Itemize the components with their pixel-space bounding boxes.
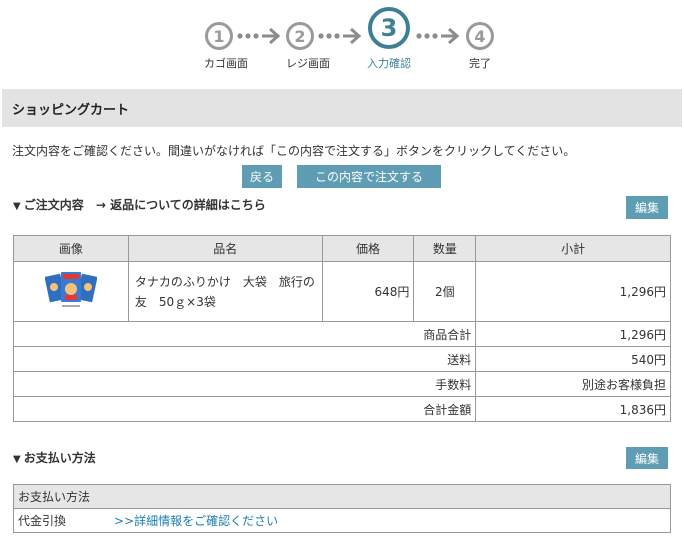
step-2-circle: 2 [286,22,314,50]
payment-detail-link[interactable]: >>詳細情報をご確認ください [114,514,278,528]
summary-value: 540円 [475,346,671,372]
step-1-circle: 1 [205,22,233,50]
step-4-label: 完了 [469,57,491,70]
summary-label: 合計金額 [12,396,477,422]
payment-table: お支払い方法 代金引換 >>詳細情報をご確認ください [13,484,671,533]
product-image-cell [13,261,129,322]
payment-table-header: お支払い方法 [13,484,671,509]
step-arrow-icon [416,27,460,45]
step-4-circle: 4 [466,22,494,50]
column-header-price: 価格 [321,235,415,262]
step-2-label: レジ画面 [286,57,330,70]
column-header-quantity: 数量 [413,235,477,262]
step-3-circle: 3 [368,7,410,49]
edit-order-button[interactable]: 編集 [626,196,668,219]
confirm-order-button[interactable]: この内容で注文する [297,165,441,188]
return-policy-link[interactable]: → 返品についての詳細はこちら [96,198,266,212]
page-title: ショッピングカート [2,89,682,127]
table-row: タナカのふりかけ 大袋 旅行の友 50ｇ×3袋 648円 2個 1,296円 [13,261,671,322]
back-button[interactable]: 戻る [242,165,282,188]
summary-row-grand-total: 合計金額 1,836円 [12,396,671,422]
edit-payment-button[interactable]: 編集 [626,447,668,469]
summary-value: 1,296円 [475,321,671,347]
instruction-text: 注文内容をご確認ください。間違いがなければ「この内容で注文する」ボタンをクリック… [12,144,576,158]
triangle-down-icon: ▼ [13,201,21,212]
product-name: タナカのふりかけ 大袋 旅行の友 50ｇ×3袋 [127,261,323,322]
summary-row-goods-total: 商品合計 1,296円 [12,321,671,347]
table-header-row: 画像 品名 価格 数量 小計 [13,235,671,262]
summary-row-shipping: 送料 540円 [12,346,671,372]
summary-row-fee: 手数料 別途お客様負担 [12,371,671,397]
payment-header-label: お支払い方法 [13,484,671,509]
triangle-down-icon: ▼ [13,454,21,465]
product-price: 648円 [321,261,415,322]
step-arrow-icon [318,27,362,45]
summary-label: 手数料 [12,371,477,397]
summary-value: 1,836円 [475,396,671,422]
column-header-subtotal: 小計 [475,235,671,262]
payment-method-cell: 代金引換 >>詳細情報をご確認ください [13,508,671,533]
payment-row: 代金引換 >>詳細情報をご確認ください [13,508,671,533]
column-header-name: 品名 [127,235,323,262]
order-section-title: ▼ ご注文内容 → 返品についての詳細はこちら [13,198,266,212]
summary-value: 別途お客様負担 [475,371,671,397]
payment-method: 代金引換 [18,514,67,528]
step-1-label: カゴ画面 [204,57,248,70]
step-arrow-icon [237,27,281,45]
column-header-image: 画像 [13,235,129,262]
product-quantity: 2個 [413,261,477,322]
summary-label: 商品合計 [12,321,477,347]
step-3-label: 入力確認 [367,57,411,70]
summary-label: 送料 [12,346,477,372]
checkout-steps: 1 2 3 4 カゴ画面 レジ画面 入力確認 完了 [0,0,684,88]
order-table: 画像 品名 価格 数量 小計 タナカのふりかけ 大袋 旅行の友 50ｇ×3袋 6… [12,235,671,422]
payment-section-title: ▼ お支払い方法 [13,451,96,465]
product-thumbnail[interactable] [44,269,98,311]
product-subtotal: 1,296円 [475,261,671,322]
